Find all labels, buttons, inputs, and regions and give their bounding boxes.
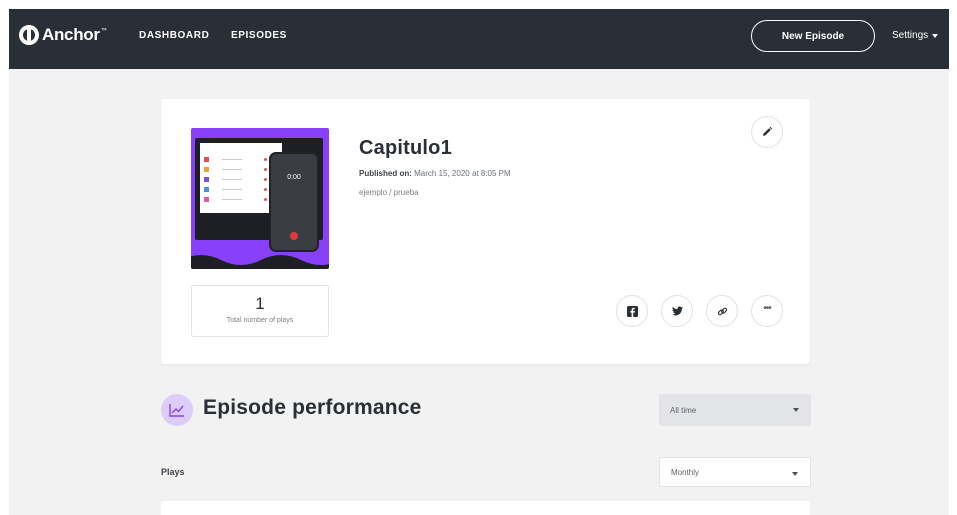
published-label: Published on:: [359, 169, 412, 178]
published-info: Published on: March 15, 2020 at 8:05 PM: [359, 169, 511, 178]
trademark-mark: ™: [100, 28, 107, 34]
record-icon: [290, 232, 298, 240]
settings-label: Settings: [892, 30, 929, 41]
wave-decoration-icon: [191, 255, 329, 269]
share-facebook-button[interactable]: [616, 295, 648, 327]
performance-chart-icon: [161, 394, 193, 426]
performance-title: Episode performance: [203, 396, 422, 419]
anchor-logo-icon: [19, 25, 39, 45]
chevron-down-icon: [793, 408, 799, 412]
nav-episodes-link[interactable]: EPISODES: [231, 30, 287, 41]
plays-heading: Plays: [161, 467, 185, 477]
pencil-icon: [763, 126, 773, 136]
chevron-down-icon: [932, 34, 939, 38]
new-episode-button[interactable]: New Episode: [751, 20, 875, 52]
plays-chart-card: [161, 501, 810, 515]
time-range-select[interactable]: All time: [659, 394, 811, 426]
top-navigation: Anchor ™ DASHBOARD EPISODES New Episode …: [9, 9, 949, 69]
link-icon: [717, 307, 727, 315]
share-more-button[interactable]: •••: [751, 295, 783, 327]
total-plays-count: 1: [255, 294, 265, 313]
episode-card: 0:00 Capitulo1 Published on: March 15, 2…: [161, 99, 810, 364]
published-date: March 15, 2020 at 8:05 PM: [414, 169, 511, 178]
share-link-button[interactable]: [706, 295, 738, 327]
total-plays-label: Total number of plays: [226, 317, 294, 324]
thumbnail-phone: 0:00: [269, 152, 319, 252]
twitter-icon: [671, 306, 683, 316]
thumbnail-phone-time: 0:00: [287, 174, 301, 181]
brand-name: Anchor: [42, 25, 100, 44]
nav-dashboard-link[interactable]: DASHBOARD: [139, 30, 209, 41]
more-icon: •••: [763, 303, 771, 314]
episode-description: ejemplo / prueba: [359, 188, 419, 197]
share-twitter-button[interactable]: [661, 295, 693, 327]
app-frame: Anchor ™ DASHBOARD EPISODES New Episode …: [9, 9, 949, 515]
facebook-icon: [626, 305, 638, 317]
settings-menu[interactable]: Settings: [892, 30, 939, 41]
interval-select[interactable]: Monthly: [659, 457, 811, 487]
anchor-logo[interactable]: Anchor ™: [19, 25, 107, 45]
chevron-down-icon: [792, 472, 798, 476]
time-range-value: All time: [670, 405, 697, 415]
interval-value: Monthly: [671, 467, 700, 477]
edit-episode-button[interactable]: [751, 116, 783, 148]
episode-title: Capitulo1: [359, 137, 452, 159]
episode-thumbnail: 0:00: [191, 128, 329, 269]
total-plays-box: 1 Total number of plays: [191, 285, 329, 337]
